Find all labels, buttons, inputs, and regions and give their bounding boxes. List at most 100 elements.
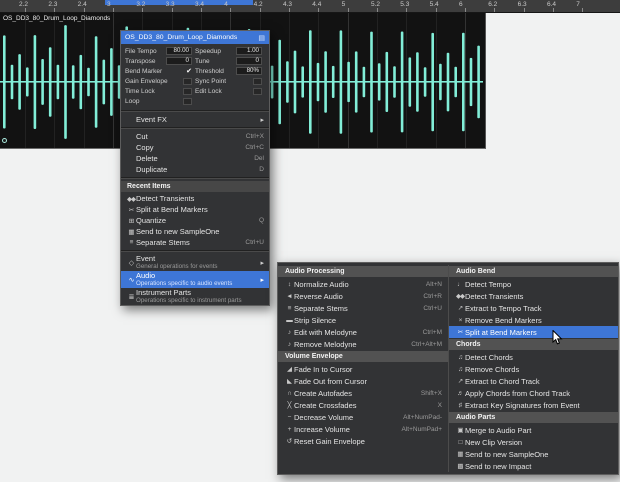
menu-item-copy[interactable]: Copy Ctrl+C (121, 142, 269, 153)
submenu-item-extract-to-tempo-track[interactable]: ↗ Extract to Tempo Track (449, 302, 618, 314)
submenu-item-remove-chords[interactable]: ♫ Remove Chords (449, 363, 618, 375)
key-sig-icon: ♯ (458, 401, 462, 409)
submenu-item-split-at-bend-markers[interactable]: ✂ Split at Bend Markers (449, 326, 618, 338)
menu-item-cut[interactable]: Cut Ctrl+X (121, 131, 269, 142)
submenu-item-detect-transients[interactable]: ◆◆ Detect Transients (449, 290, 618, 302)
gain-envelope-checkbox[interactable] (183, 77, 192, 85)
ruler-label: 6.2 (488, 1, 498, 8)
submenu-item-reset-gain-envelope[interactable]: ↺ Reset Gain Envelope (278, 435, 448, 447)
submenu-item-apply-chords-from-chord-track[interactable]: ♬ Apply Chords from Chord Track (449, 387, 618, 399)
submenu-item-label: Extract to Chord Track (465, 376, 540, 386)
menu-item-instrument-parts[interactable]: ≣ Instrument Parts Operations specific to … (121, 288, 269, 305)
submenu-item-increase-volume[interactable]: + Increase Volume Alt+NumPad+ (278, 423, 448, 435)
shortcut-label: Del (254, 155, 264, 162)
melodyne-remove-icon: ♪ (287, 340, 291, 348)
menu-item-event-fx[interactable]: Event FX ▸ (121, 114, 269, 125)
property-label: Gain Envelope (125, 77, 168, 85)
submenu-item-normalize-audio[interactable]: ↕ Normalize Audio Alt+N (278, 278, 448, 290)
remove-bend-icon: × (458, 316, 463, 324)
property-cell-tune: Tune 0 (195, 57, 265, 65)
bend-marker-checkmark-icon[interactable]: ✔ (186, 68, 192, 75)
stems-icon: ≡ (129, 239, 134, 246)
loop-range[interactable] (105, 0, 253, 5)
ruler-tick (230, 8, 232, 12)
shortcut-label: Ctrl+U (245, 239, 264, 246)
loop-checkbox[interactable] (183, 97, 192, 105)
property-cell-threshold: Threshold 80% (195, 67, 265, 75)
ruler-label: 5.2 (370, 1, 380, 8)
property-row: Loop (121, 96, 269, 106)
speedup-field[interactable]: 1.00 (236, 47, 262, 55)
property-label: Tune (195, 57, 210, 65)
submenu-item-label: Detect Transients (465, 291, 524, 301)
submenu-item-label: New Clip Version (465, 437, 523, 447)
sync-point-checkbox[interactable] (253, 77, 262, 85)
submenu-item-remove-bend-markers[interactable]: × Remove Bend Markers (449, 314, 618, 326)
property-label: Loop (125, 97, 140, 105)
split-icon: ✂ (128, 206, 134, 214)
menu-item-label: Split at Bend Markers (136, 205, 208, 214)
submenu-item-detect-chords[interactable]: ♫ Detect Chords (449, 351, 618, 363)
transpose-field[interactable]: 0 (166, 57, 192, 65)
impact-icon: ▩ (457, 463, 463, 470)
submenu-section-header-chords: Chords (449, 339, 618, 350)
submenu-item-detect-tempo[interactable]: ♩ Detect Tempo (449, 278, 618, 290)
clip-icon: □ (458, 438, 463, 446)
ruler-label: 3.4 (194, 1, 205, 8)
menu-item-texts: Instrument Parts Operations specific to i… (136, 289, 264, 304)
submenu-item-reverse-audio[interactable]: ◄ Reverse Audio Ctrl+R (278, 290, 448, 302)
tune-field[interactable]: 0 (236, 57, 262, 65)
submenu-item-extract-key-signatures-from-event[interactable]: ♯ Extract Key Signatures from Event (449, 399, 618, 411)
menu-item-split-at-bend-markers[interactable]: ✂ Split at Bend Markers (121, 204, 269, 215)
shortcut-label: Shift+X (420, 389, 442, 397)
submenu-item-send-to-new-impact[interactable]: ▩ Send to new Impact (449, 460, 618, 472)
submenu-section-header-volume-envelope: Volume Envelope (278, 351, 448, 362)
menu-separator (121, 250, 269, 252)
submenu-item-edit-with-melodyne[interactable]: ♪ Edit with Melodyne Ctrl+M (278, 326, 448, 338)
instrument-icon: ≣ (128, 293, 135, 301)
ruler-label: 6.4 (546, 1, 556, 8)
detect-chords-icon: ♫ (458, 353, 463, 361)
submenu-item-new-clip-version[interactable]: □ New Clip Version (449, 436, 618, 448)
submenu-item-decrease-volume[interactable]: − Decrease Volume Alt+NumPad- (278, 411, 448, 423)
shortcut-label: Alt+N (425, 280, 442, 288)
menu-separator (121, 127, 269, 129)
threshold-field[interactable]: 80% (236, 67, 262, 75)
time-lock-checkbox[interactable] (183, 87, 192, 95)
submenu-item-fade-out-from-cursor[interactable]: ◣ Fade Out from Cursor (278, 375, 448, 387)
menu-item-detect-transients[interactable]: ◆◆ Detect Transients (121, 193, 269, 204)
ruler-tick (54, 8, 56, 12)
shortcut-label: X (437, 401, 442, 409)
audio-icon: ∿ (128, 276, 135, 284)
menu-item-label: Duplicate (136, 165, 168, 174)
event-properties-icon: ▤ (258, 34, 265, 42)
edit-lock-checkbox[interactable] (253, 87, 262, 95)
menu-item-quantize[interactable]: ⊞ Quantize Q (121, 215, 269, 226)
audio-event-name: OS_DD3_80_Drum_Loop_Diamonds (3, 15, 111, 22)
submenu-item-remove-melodyne[interactable]: ♪ Remove Melodyne Ctrl+Alt+M (278, 338, 448, 350)
menu-item-delete[interactable]: Delete Del (121, 153, 269, 164)
ruler-tick (347, 8, 349, 12)
submenu-item-send-to-new-sampleone[interactable]: ▦ Send to new SampleOne (449, 448, 618, 460)
menu-item-separate-stems[interactable]: ≡ Separate Stems Ctrl+U (121, 237, 269, 248)
property-label: Speedup (195, 47, 222, 55)
submenu-item-separate-stems[interactable]: ≡ Separate Stems Ctrl+U (278, 302, 448, 314)
ruler-label: 2.3 (48, 1, 58, 8)
submenu-item-fade-in-to-cursor[interactable]: ◢ Fade In to Cursor (278, 363, 448, 375)
menu-item-audio[interactable]: ∿ Audio Operations specific to audio event… (121, 271, 269, 288)
submenu-item-label: Strip Silence (294, 315, 337, 325)
menu-item-event[interactable]: ◇ Event General operations for events ▸ (121, 254, 269, 271)
submenu-item-extract-to-chord-track[interactable]: ↗ Extract to Chord Track (449, 375, 618, 387)
submenu-item-strip-silence[interactable]: ▬ Strip Silence (278, 314, 448, 326)
timeline-ruler[interactable]: 2.2 2.3 2.4 3 3.2 3.3 3.4 4 4.2 4.3 4.4 5 5.2 5.3 5.4 6… (0, 0, 620, 13)
menu-item-duplicate[interactable]: Duplicate D (121, 164, 269, 175)
strip-icon: ▬ (286, 316, 293, 324)
property-label: Sync Point (195, 77, 227, 85)
menu-item-send-to-new-sampleone[interactable]: ▦ Send to new SampleOne (121, 226, 269, 237)
submenu-item-merge-to-audio-part[interactable]: ▣ Merge to Audio Part (449, 424, 618, 436)
menu-item-label: Quantize (136, 216, 167, 225)
submenu-item-create-crossfades[interactable]: ╳ Create Crossfades X (278, 399, 448, 411)
file-tempo-field[interactable]: 80.00 (166, 47, 192, 55)
submenu-item-create-autofades[interactable]: ∩ Create Autofades Shift+X (278, 387, 448, 399)
event-handle[interactable] (2, 138, 7, 143)
